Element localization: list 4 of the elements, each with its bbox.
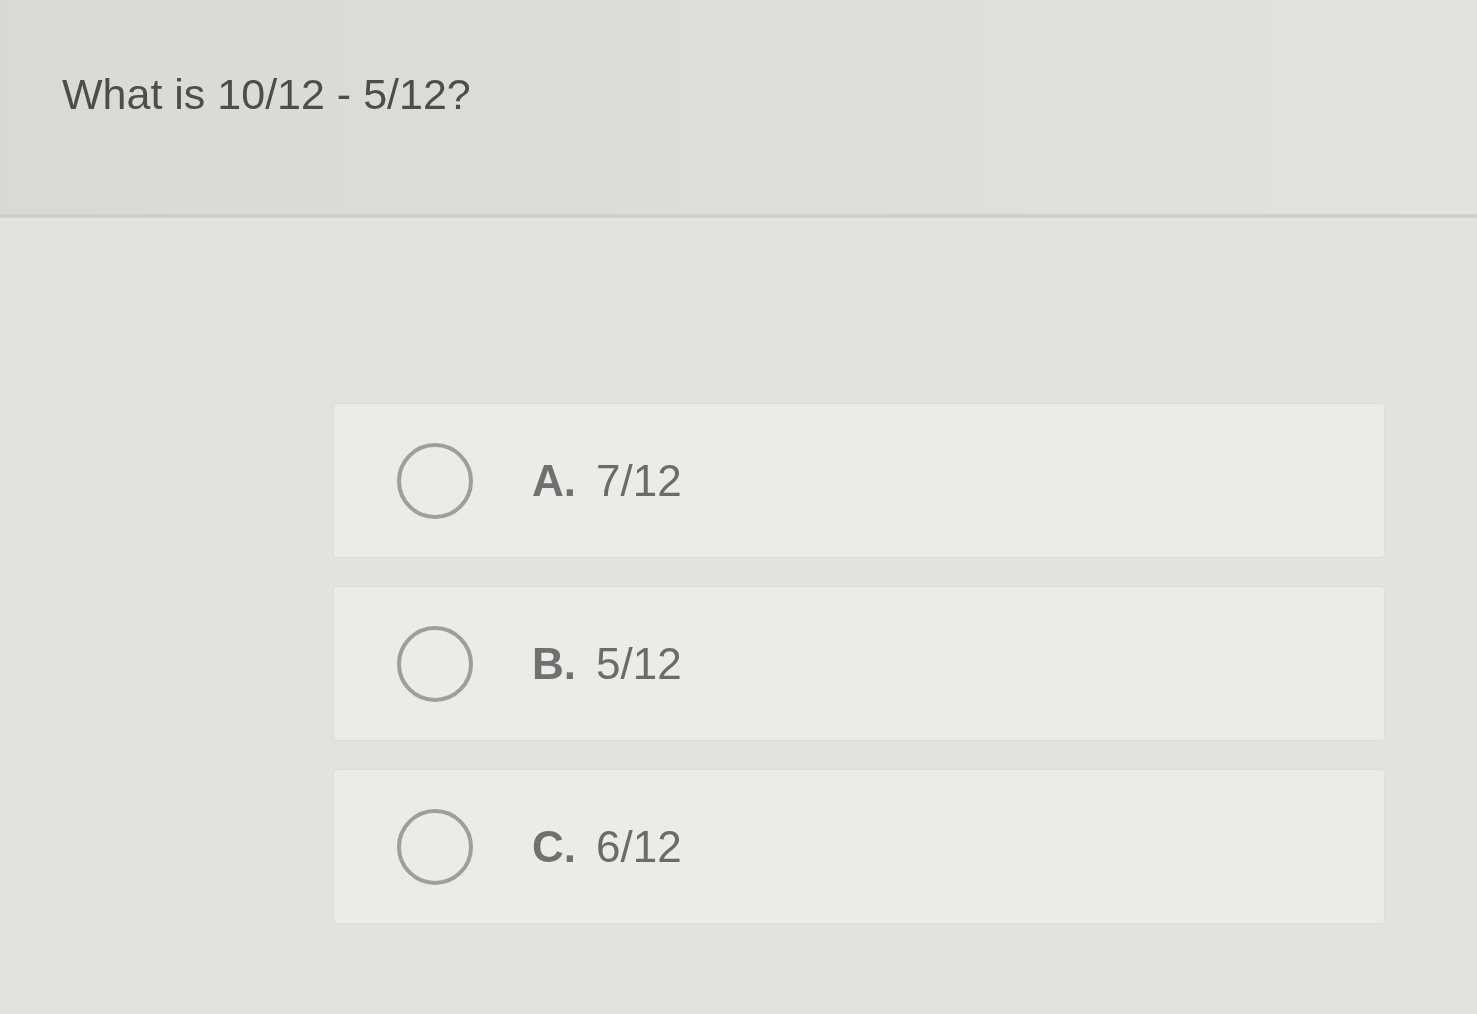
answer-option[interactable]: B. 5/12 <box>333 586 1385 741</box>
answer-option[interactable]: C. 6/12 <box>333 769 1385 924</box>
question-text: What is 10/12 - 5/12? <box>62 70 471 119</box>
answer-option[interactable]: A. 7/12 <box>333 403 1385 558</box>
